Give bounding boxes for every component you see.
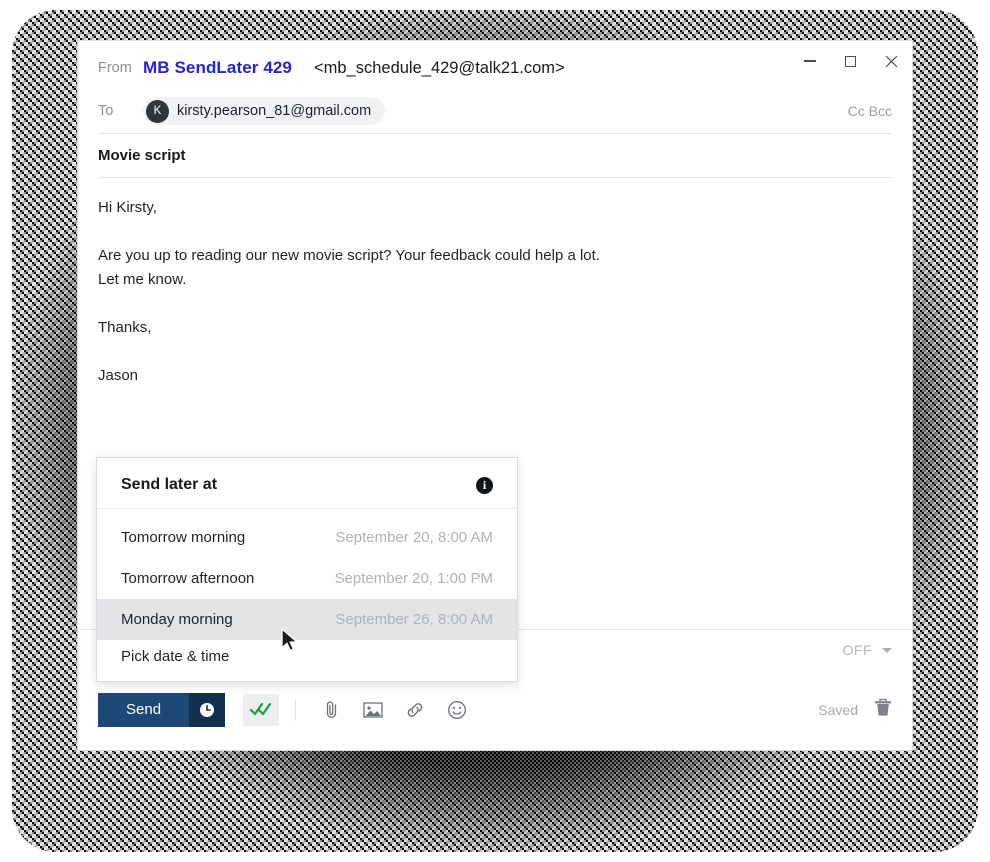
paperclip-icon xyxy=(326,701,336,718)
dropdown-option-pick-date-time[interactable]: Pick date & time xyxy=(97,640,517,681)
subject-field[interactable]: Movie script xyxy=(78,134,912,177)
to-row: To K kirsty.pearson_81@gmail.com Cc Bcc xyxy=(78,89,912,133)
body-signature: Jason xyxy=(98,367,139,384)
from-label: From xyxy=(98,60,132,76)
body-closing: Thanks, xyxy=(98,319,152,336)
body-paragraph: Are you up to reading our new movie scri… xyxy=(98,244,892,292)
trash-icon xyxy=(875,698,891,716)
mouse-cursor xyxy=(281,628,298,652)
image-icon xyxy=(363,701,383,718)
from-email-address: <mb_schedule_429@talk21.com> xyxy=(313,58,565,77)
to-label: To xyxy=(98,103,114,119)
screen: From MB SendLater 429 <mb_schedule_429@t… xyxy=(0,0,990,862)
insert-image-button[interactable] xyxy=(356,694,390,726)
attach-file-button[interactable] xyxy=(314,694,348,726)
from-row: From MB SendLater 429 <mb_schedule_429@t… xyxy=(78,41,912,89)
option-label: Pick date & time xyxy=(121,647,230,665)
dropdown-option-tomorrow-morning[interactable]: Tomorrow morning September 20, 8:00 AM xyxy=(97,517,517,558)
read-receipt-button[interactable] xyxy=(243,693,280,726)
cc-bcc-toggle[interactable]: Cc Bcc xyxy=(848,103,892,119)
action-bar-right: Saved xyxy=(818,698,892,722)
option-datetime: September 20, 1:00 PM xyxy=(334,570,493,587)
send-button[interactable]: Send xyxy=(98,692,190,727)
from-display-name[interactable]: MB SendLater 429 xyxy=(143,58,292,78)
option-label: Tomorrow morning xyxy=(121,529,246,546)
option-datetime: September 20, 8:00 AM xyxy=(335,529,493,546)
info-icon[interactable]: i xyxy=(476,476,493,494)
saved-status: Saved xyxy=(818,701,858,718)
double-check-icon xyxy=(250,702,272,716)
clock-icon xyxy=(200,702,215,717)
recipient-email: kirsty.pearson_81@gmail.com xyxy=(177,103,372,119)
link-icon xyxy=(407,702,423,717)
insert-emoji-button[interactable] xyxy=(440,694,474,726)
recipient-chip[interactable]: K kirsty.pearson_81@gmail.com xyxy=(143,97,386,125)
emoji-icon xyxy=(448,700,466,719)
schedule-send-button[interactable] xyxy=(189,692,226,727)
dropdown-option-tomorrow-afternoon[interactable]: Tomorrow afternoon September 20, 1:00 PM xyxy=(97,558,517,599)
option-label: Monday morning xyxy=(121,611,233,628)
dropdown-title: Send later at xyxy=(121,476,218,493)
body-paragraph-line1: Are you up to reading our new movie scri… xyxy=(98,247,600,264)
insert-link-button[interactable] xyxy=(398,694,432,726)
chevron-down-icon xyxy=(882,647,892,653)
option-label: Tomorrow afternoon xyxy=(121,570,255,587)
send-later-dropdown: Send later at i Tomorrow morning Septemb… xyxy=(96,457,518,682)
body-paragraph-line2: Let me know. xyxy=(98,271,187,288)
discard-draft-button[interactable] xyxy=(874,698,892,722)
avatar: K xyxy=(146,99,169,123)
dropdown-header: Send later at i xyxy=(97,458,517,509)
dropdown-option-monday-morning[interactable]: Monday morning September 26, 8:00 AM xyxy=(97,599,517,640)
body-greeting: Hi Kirsty, xyxy=(98,199,157,216)
send-button-group: Send xyxy=(98,692,226,727)
action-separator xyxy=(295,698,297,721)
formatting-off-label: OFF xyxy=(842,642,872,658)
formatting-off-control[interactable]: OFF xyxy=(842,642,892,658)
dropdown-options: Tomorrow morning September 20, 8:00 AM T… xyxy=(97,509,517,681)
option-datetime: September 26, 8:00 AM xyxy=(335,611,493,628)
